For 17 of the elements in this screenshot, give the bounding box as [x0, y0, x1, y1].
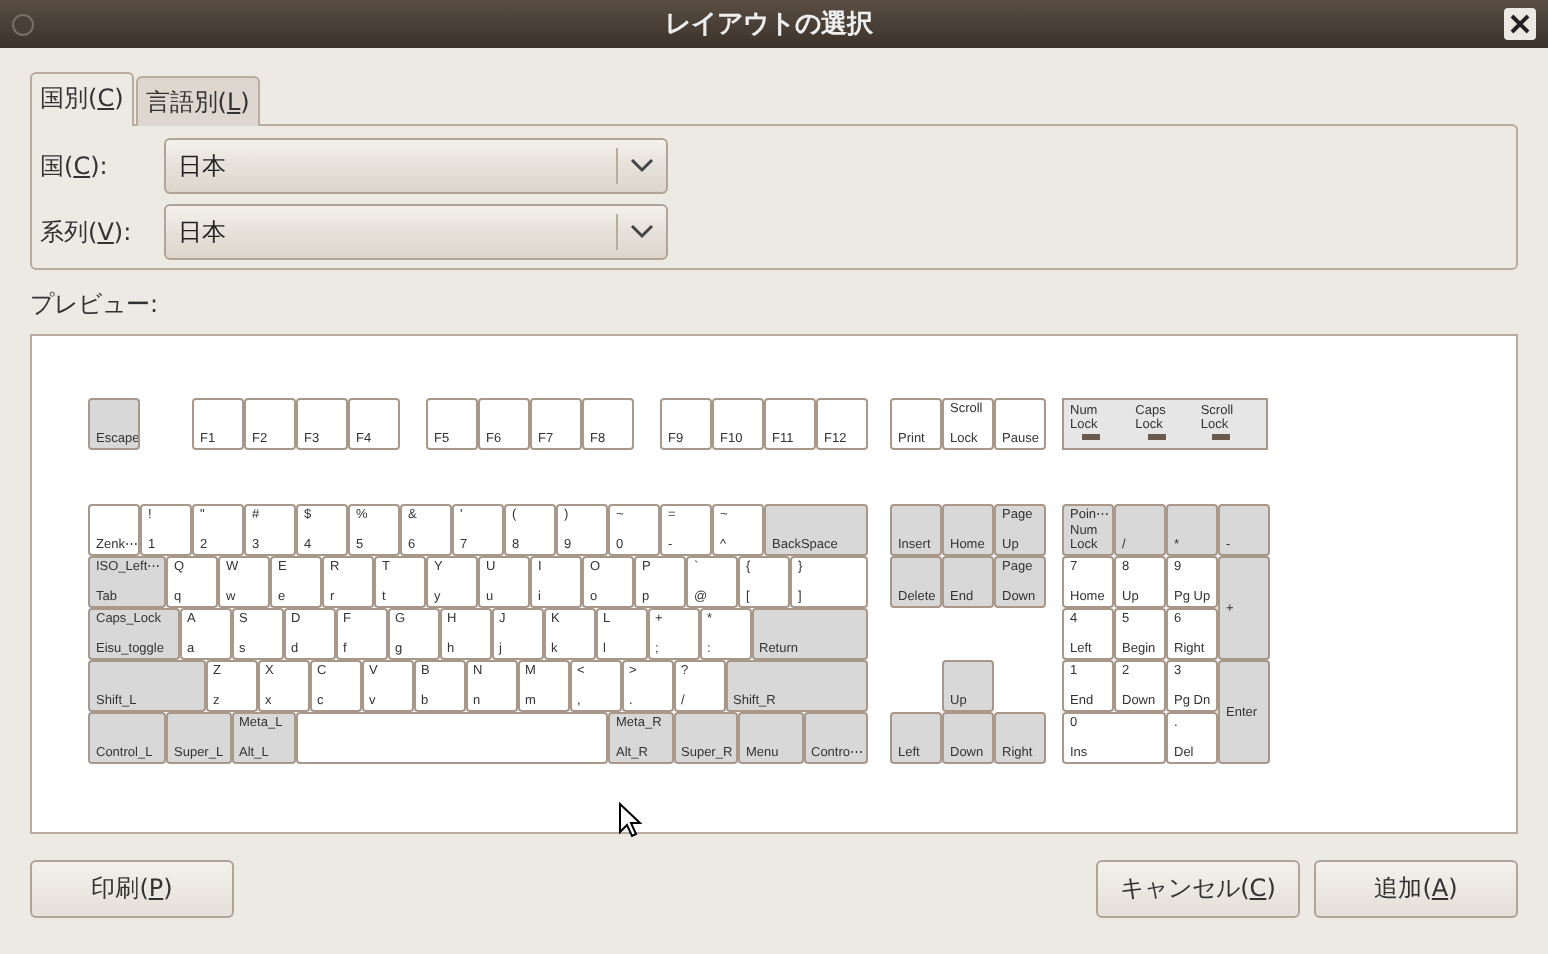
- indicator-light: [1082, 434, 1100, 440]
- chevron-down-icon: [630, 224, 654, 240]
- preview-label: プレビュー:: [30, 288, 161, 322]
- window-title: レイアウトの選択: [663, 8, 875, 42]
- field-label: 国(C):: [40, 149, 110, 183]
- dialog-button[interactable]: 追加(A): [1314, 860, 1518, 918]
- print-button[interactable]: 印刷(P): [30, 860, 234, 918]
- close-button[interactable]: [1504, 8, 1536, 40]
- indicator-light: [1147, 434, 1166, 440]
- chevron-down-icon: [630, 158, 654, 174]
- indicator-light: [1212, 434, 1231, 440]
- tab[interactable]: 言語別(L): [135, 76, 260, 126]
- dropdown[interactable]: 日本: [164, 204, 668, 260]
- field-label: 系列(V):: [40, 215, 134, 249]
- dialog-button[interactable]: キャンセル(C): [1096, 860, 1300, 918]
- tab[interactable]: 国別(C): [30, 72, 134, 126]
- dropdown[interactable]: 日本: [164, 138, 668, 194]
